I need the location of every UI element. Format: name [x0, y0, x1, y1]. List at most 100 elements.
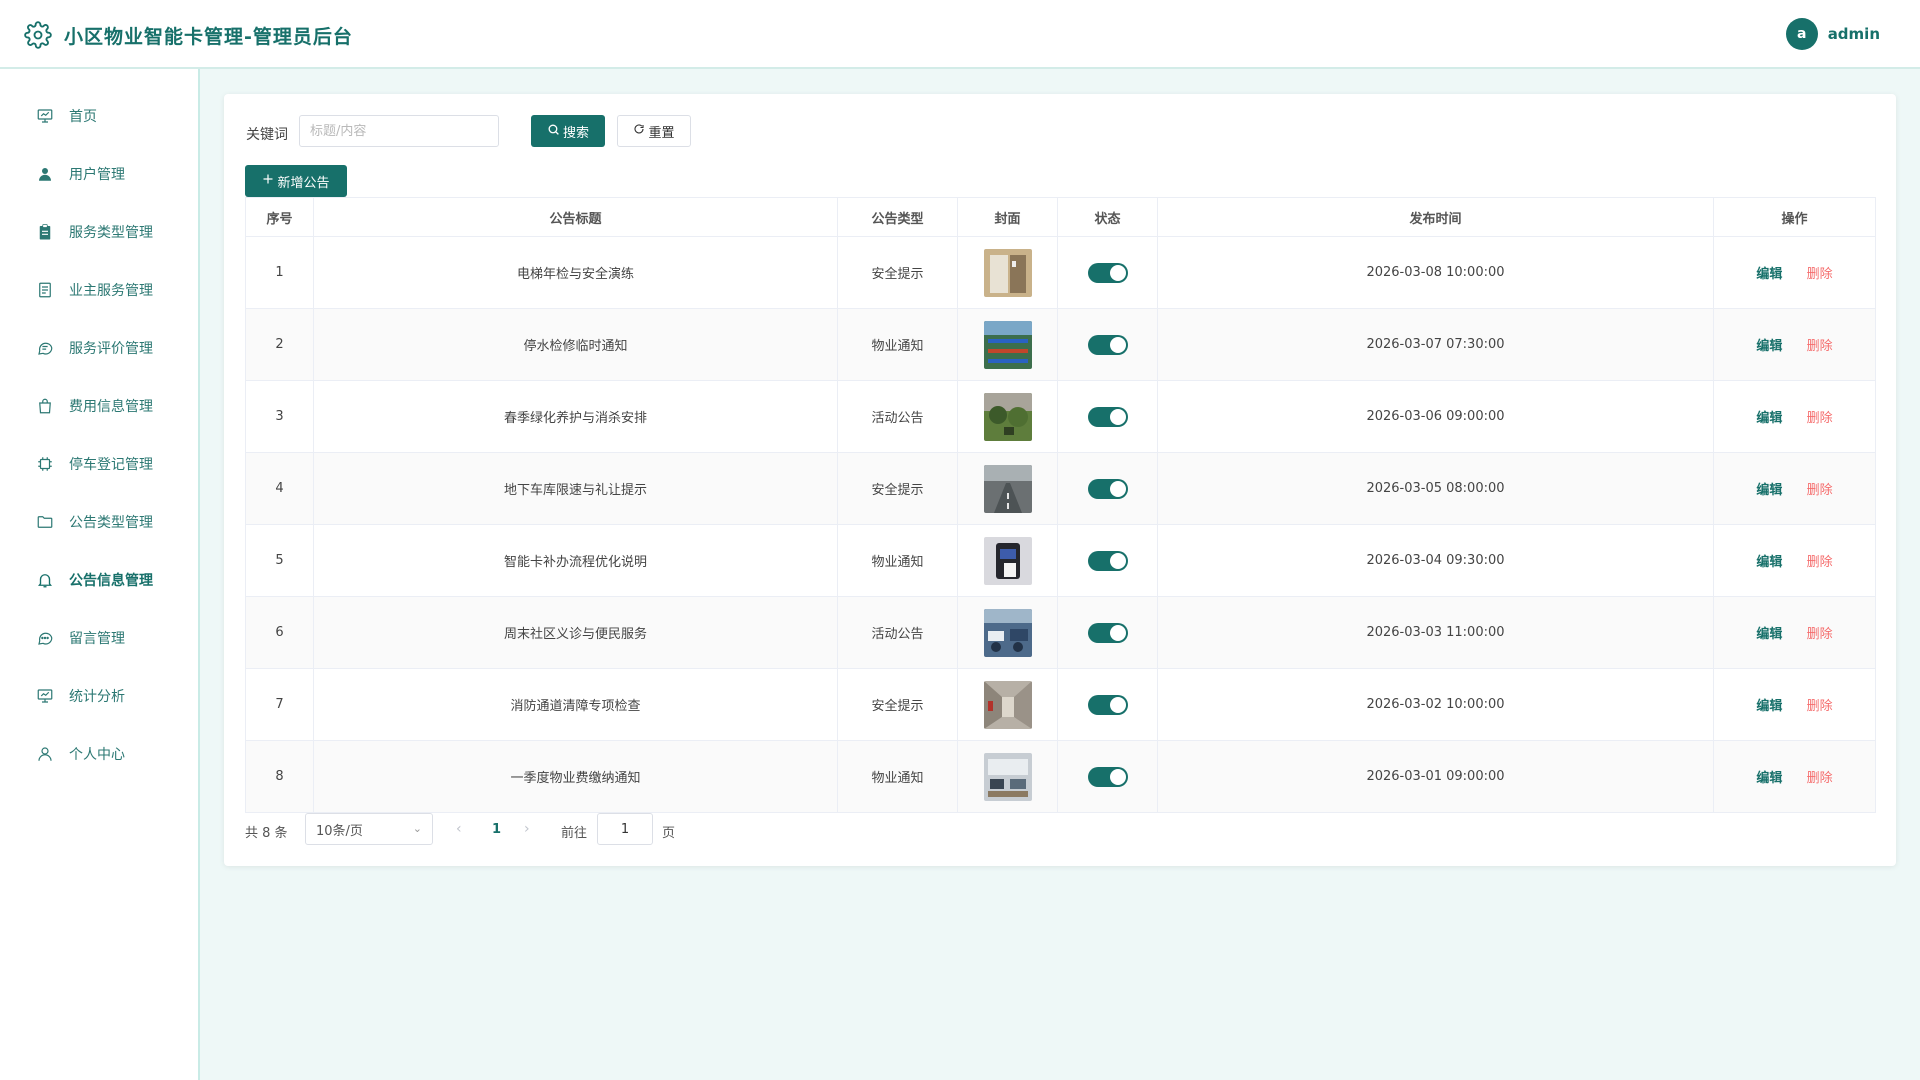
status-toggle[interactable]: [1087, 334, 1128, 355]
reset-button[interactable]: 重置: [617, 115, 691, 147]
row-number: 6: [245, 596, 314, 669]
refresh-icon: [633, 123, 645, 139]
edit-button[interactable]: 编辑: [1756, 771, 1782, 786]
top-header: 小区物业智能卡管理-管理员后台 a admin: [0, 0, 1920, 69]
sidebar-item-home[interactable]: 首页: [0, 96, 198, 136]
sidebar-item-label: 留言管理: [69, 631, 125, 647]
avatar[interactable]: a: [1785, 18, 1818, 50]
next-page-button[interactable]: ›: [524, 821, 530, 837]
cover-image[interactable]: [983, 464, 1032, 513]
sidebar-item-label: 公告类型管理: [69, 515, 153, 531]
page-number-current[interactable]: 1: [492, 822, 501, 837]
reset-button-label: 重置: [648, 125, 675, 141]
sidebar-item-statistics[interactable]: 统计分析: [0, 676, 198, 716]
prev-page-button[interactable]: ‹: [456, 821, 462, 837]
edit-button[interactable]: 编辑: [1756, 699, 1782, 714]
status-cell: [1057, 596, 1158, 669]
notice-type: 安全提示: [837, 668, 958, 741]
status-cell: [1057, 668, 1158, 741]
add-notice-button[interactable]: 新增公告: [245, 165, 347, 197]
sidebar-item-notice-types[interactable]: 公告类型管理: [0, 502, 198, 542]
sidebar-item-reviews[interactable]: 服务评价管理: [0, 328, 198, 368]
page-size-value: 10条/页: [316, 823, 363, 839]
add-notice-button-label: 新增公告: [277, 175, 330, 191]
gear-icon: [24, 21, 52, 49]
actions-cell: 编辑 删除: [1713, 596, 1876, 669]
username[interactable]: admin: [1828, 25, 1880, 43]
table-row: 7 消防通道清障专项检查 安全提示 2026-03-02 10:00:00 编辑…: [245, 668, 1876, 741]
actions-cell: 编辑 删除: [1713, 308, 1876, 381]
cover-image[interactable]: [983, 248, 1032, 297]
status-toggle[interactable]: [1087, 478, 1128, 499]
cover-cell: [957, 452, 1058, 525]
status-toggle[interactable]: [1087, 766, 1128, 787]
cover-image[interactable]: [983, 392, 1032, 441]
row-number: 1: [245, 236, 314, 309]
delete-button[interactable]: 删除: [1807, 555, 1833, 570]
edit-button[interactable]: 编辑: [1756, 555, 1782, 570]
sidebar-item-profile[interactable]: 个人中心: [0, 734, 198, 774]
column-header: 发布时间: [1157, 197, 1714, 237]
table-row: 1 电梯年检与安全演练 安全提示 2026-03-08 10:00:00 编辑 …: [245, 236, 1876, 309]
cover-image[interactable]: [983, 752, 1032, 801]
notice-type: 物业通知: [837, 308, 958, 381]
goto-page-input[interactable]: [597, 813, 653, 845]
notice-type: 安全提示: [837, 452, 958, 525]
actions-cell: 编辑 删除: [1713, 668, 1876, 741]
sidebar-item-users[interactable]: 用户管理: [0, 154, 198, 194]
delete-button[interactable]: 删除: [1807, 483, 1833, 498]
cover-image[interactable]: [983, 680, 1032, 729]
delete-button[interactable]: 删除: [1807, 411, 1833, 426]
delete-button[interactable]: 删除: [1807, 771, 1833, 786]
cover-image[interactable]: [983, 320, 1032, 369]
delete-button[interactable]: 删除: [1807, 699, 1833, 714]
status-toggle[interactable]: [1087, 694, 1128, 715]
delete-button[interactable]: 删除: [1807, 627, 1833, 642]
notice-title: 停水检修临时通知: [313, 308, 838, 381]
cover-image[interactable]: [983, 608, 1032, 657]
actions-cell: 编辑 删除: [1713, 452, 1876, 525]
notice-title: 春季绿化养护与消杀安排: [313, 380, 838, 453]
keyword-input[interactable]: [299, 115, 499, 147]
row-number: 7: [245, 668, 314, 741]
edit-button[interactable]: 编辑: [1756, 339, 1782, 354]
status-cell: [1057, 308, 1158, 381]
sidebar-item-label: 服务评价管理: [69, 341, 153, 357]
delete-button[interactable]: 删除: [1807, 267, 1833, 282]
publish-time: 2026-03-08 10:00:00: [1157, 236, 1714, 309]
actions-cell: 编辑 删除: [1713, 524, 1876, 597]
row-number: 5: [245, 524, 314, 597]
search-button[interactable]: 搜索: [531, 115, 605, 147]
edit-button[interactable]: 编辑: [1756, 411, 1782, 426]
sidebar-item-parking[interactable]: 停车登记管理: [0, 444, 198, 484]
edit-button[interactable]: 编辑: [1756, 483, 1782, 498]
table-row: 4 地下车库限速与礼让提示 安全提示 2026-03-05 08:00:00 编…: [245, 452, 1876, 525]
table-row: 5 智能卡补办流程优化说明 物业通知 2026-03-04 09:30:00 编…: [245, 524, 1876, 597]
notice-type: 活动公告: [837, 596, 958, 669]
sidebar-item-notices[interactable]: 公告信息管理: [0, 560, 198, 600]
sidebar-item-label: 停车登记管理: [69, 457, 153, 473]
status-toggle[interactable]: [1087, 406, 1128, 427]
row-number: 3: [245, 380, 314, 453]
page-size-select[interactable]: 10条/页 ⌄: [305, 813, 433, 845]
sidebar-item-service-types[interactable]: 服务类型管理: [0, 212, 198, 252]
cover-image[interactable]: [983, 536, 1032, 585]
publish-time: 2026-03-06 09:00:00: [1157, 380, 1714, 453]
sidebar-item-label: 用户管理: [69, 167, 125, 183]
cover-cell: [957, 308, 1058, 381]
sidebar-item-fees[interactable]: 费用信息管理: [0, 386, 198, 426]
person-icon: [36, 745, 54, 763]
edit-button[interactable]: 编辑: [1756, 627, 1782, 642]
status-toggle[interactable]: [1087, 550, 1128, 571]
delete-button[interactable]: 删除: [1807, 339, 1833, 354]
presentation-icon: [36, 107, 54, 125]
sidebar-item-owner-services[interactable]: 业主服务管理: [0, 270, 198, 310]
user-menu[interactable]: a admin: [1785, 18, 1880, 50]
notice-title: 地下车库限速与礼让提示: [313, 452, 838, 525]
status-toggle[interactable]: [1087, 622, 1128, 643]
edit-button[interactable]: 编辑: [1756, 267, 1782, 282]
actions-cell: 编辑 删除: [1713, 236, 1876, 309]
sidebar-item-messages[interactable]: 留言管理: [0, 618, 198, 658]
status-toggle[interactable]: [1087, 262, 1128, 283]
notice-title: 消防通道清障专项检查: [313, 668, 838, 741]
